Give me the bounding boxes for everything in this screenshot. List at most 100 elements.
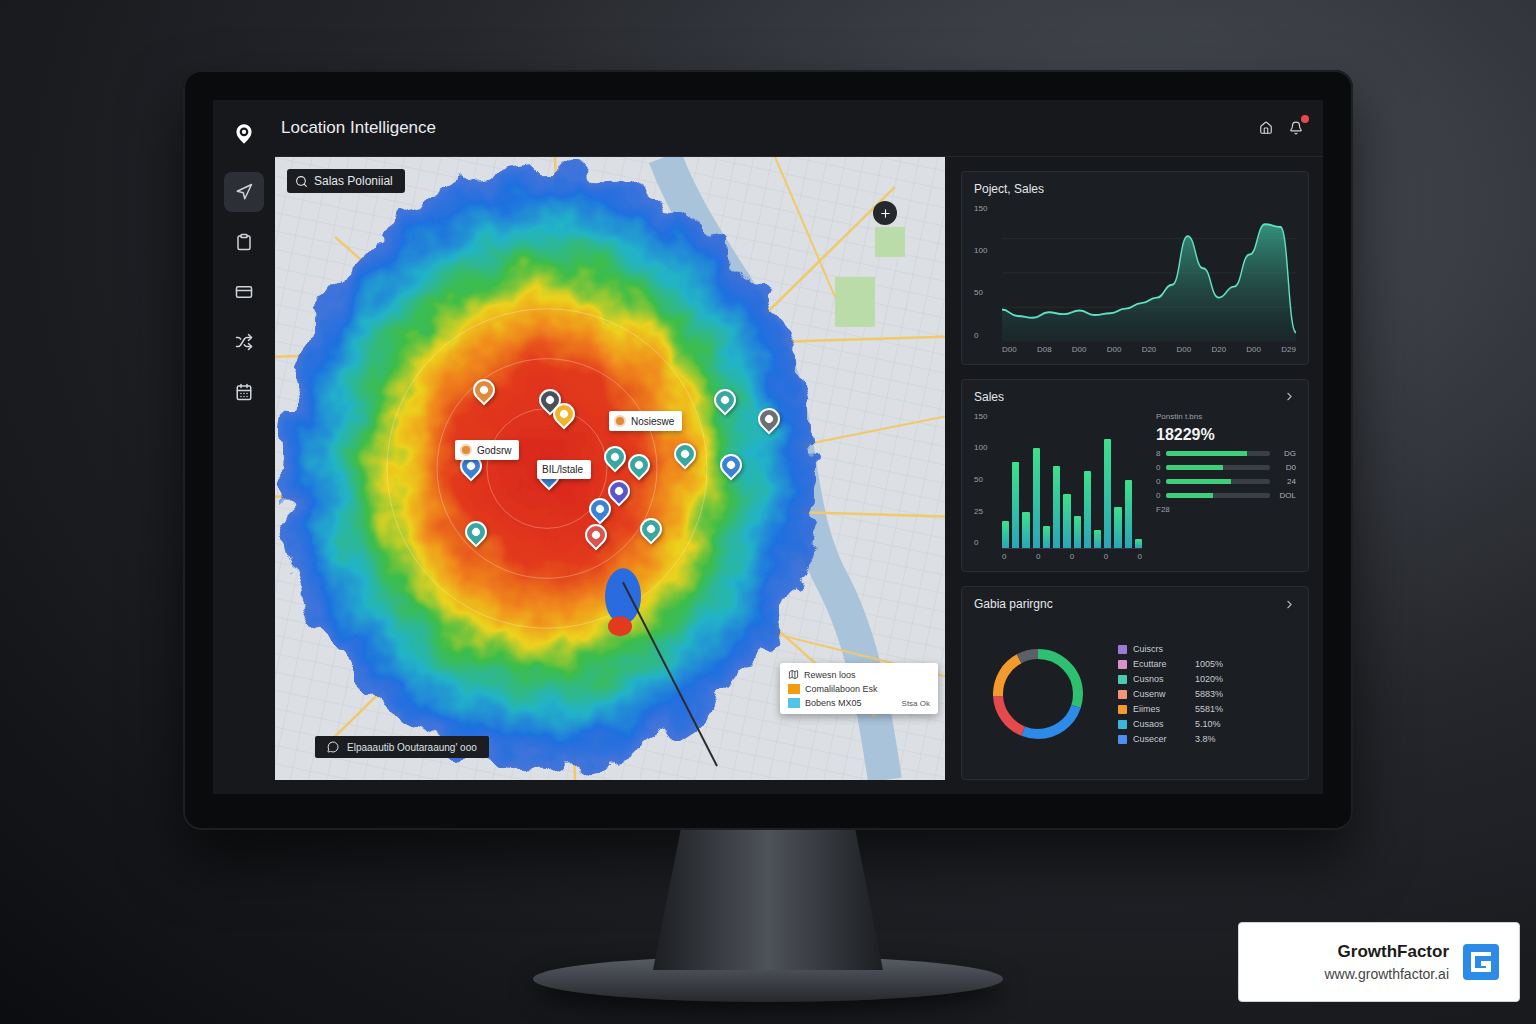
x-tick: D08: [1037, 345, 1052, 354]
app-logo[interactable]: [224, 114, 264, 154]
x-tick: D00: [1072, 345, 1087, 354]
pin-dot: [633, 459, 644, 470]
map-label[interactable]: Godsrw: [455, 440, 519, 460]
summary-value: 18229%: [1156, 426, 1296, 444]
sidebar-nav-icon: [235, 233, 253, 251]
legend-swatch: [1118, 675, 1127, 684]
donut-segment: [998, 654, 1078, 734]
bar: [1104, 439, 1111, 548]
header: Location Intelligence: [275, 100, 1323, 157]
donut-segment: [998, 654, 1078, 734]
panel-header: Poject, Sales: [974, 182, 1296, 196]
sidebar-item[interactable]: [224, 272, 264, 312]
legend-label: Comalilaboon Esk: [805, 684, 878, 694]
pin-dot: [470, 526, 481, 537]
pin-dot: [679, 448, 690, 459]
map-label[interactable]: BIL/lstale: [537, 460, 591, 479]
sales-panel: Sales1501005025000000Ponstin t.bns18229%…: [961, 379, 1309, 573]
level-row: 8DG: [1156, 449, 1296, 458]
level-track: [1166, 479, 1270, 484]
x-tick: D00: [1177, 345, 1192, 354]
map-label[interactable]: Nosieswe: [609, 411, 682, 431]
legend-swatch: [788, 698, 800, 708]
plot: 00000: [1002, 412, 1142, 562]
right-panels: Poject, Sales150100500D00D08D00D00D20D00…: [961, 157, 1309, 780]
level-reading: DOL: [1276, 491, 1296, 500]
sidebar-item[interactable]: [224, 322, 264, 362]
notifications-button[interactable]: [1287, 119, 1305, 137]
brand-url: www.growthfactor.ai: [1325, 966, 1450, 982]
search-value: Salas Poloniial: [314, 174, 393, 188]
main: Location Intelligence Salas Poloniial Gods…: [275, 100, 1323, 794]
area-fill: [1002, 224, 1296, 341]
legend-item: Cuiscrs: [1118, 644, 1296, 654]
sales-summary: Ponstin t.bns18229%8DG0D00240DOLF28: [1156, 412, 1296, 562]
place-icon: [460, 444, 472, 456]
bar: [1022, 512, 1029, 548]
level-fill: [1166, 479, 1230, 484]
pin-dot: [719, 394, 730, 405]
level-row: 0 DOL: [1156, 491, 1296, 500]
home-icon: [1259, 121, 1273, 135]
pin-dot: [590, 529, 601, 540]
donut-segment: [998, 654, 1078, 734]
bar: [1074, 516, 1081, 548]
x-tick: 0: [1138, 552, 1142, 561]
segments-body: CuiscrsEcuttare1005%Cusnos1020%Cusenw588…: [974, 619, 1296, 769]
map-search[interactable]: Salas Poloniial: [287, 169, 405, 193]
map-icon: [788, 669, 799, 680]
x-axis: 00000: [1002, 552, 1142, 561]
pin-dot: [478, 384, 489, 395]
home-button[interactable]: [1257, 119, 1275, 137]
x-tick: D20: [1211, 345, 1226, 354]
bar: [1002, 521, 1009, 548]
y-axis: 15010050250: [974, 412, 996, 562]
content: Salas Poloniial Godsrw Nosieswe BIL/lstale R…: [275, 157, 1323, 794]
legend-item: Ecuttare1005%: [1118, 659, 1296, 669]
map-caption: Elpaaautib Ooutaraaung' ooo: [315, 736, 489, 758]
sidebar-item[interactable]: [224, 172, 264, 212]
panel-title: Sales: [974, 390, 1004, 404]
segments-panel: Gabia parirgncCuiscrsEcuttare1005%Cusnos…: [961, 586, 1309, 780]
route-line: [623, 582, 717, 766]
sidebar-item[interactable]: [224, 222, 264, 262]
map-expand-button[interactable]: [873, 201, 897, 225]
legend-title: Rewesn loos: [788, 669, 930, 680]
legend-label: Cusaos: [1133, 719, 1189, 729]
legend-item: Cusenw5883%: [1118, 689, 1296, 699]
sidebar-item[interactable]: [224, 372, 264, 412]
legend-label: Eiimes: [1133, 704, 1189, 714]
plus-icon: [879, 207, 892, 220]
panel-title: Gabia parirgnc: [974, 597, 1053, 611]
screen: Location Intelligence Salas Poloniial Gods…: [213, 100, 1323, 794]
level-label: 0: [1156, 491, 1160, 500]
bar: [1125, 480, 1132, 548]
panel-header: Gabia parirgnc: [974, 597, 1296, 611]
level-track: [1166, 493, 1270, 498]
notification-badge: [1301, 115, 1309, 123]
level-fill: [1166, 451, 1247, 456]
app-title: Location Intelligence: [281, 118, 436, 138]
legend-note: Stsa Ok: [902, 699, 930, 708]
map-label-text: Nosieswe: [631, 416, 674, 427]
chevron-right-icon: [1283, 390, 1296, 403]
panel-header: Sales: [974, 390, 1296, 404]
legend-swatch: [1118, 660, 1127, 669]
open-button[interactable]: [1283, 598, 1296, 611]
map-label-text: BIL/lstale: [542, 464, 583, 475]
legend-value: 3.8%: [1195, 734, 1216, 744]
x-tick: 0: [1104, 552, 1108, 561]
map[interactable]: Salas Poloniial Godsrw Nosieswe BIL/lstale R…: [275, 157, 945, 780]
level-fill: [1166, 465, 1223, 470]
y-tick: 0: [974, 331, 996, 340]
legend-swatch: [788, 684, 800, 694]
level-reading: 24: [1276, 477, 1296, 486]
x-tick: 0: [1036, 552, 1040, 561]
x-tick: D00: [1002, 345, 1017, 354]
pin-dot: [609, 451, 620, 462]
open-button[interactable]: [1283, 390, 1296, 403]
y-axis: 150100500: [974, 204, 996, 354]
area-line: [1002, 224, 1296, 332]
header-icons: [1257, 119, 1305, 137]
level-fill: [1166, 493, 1213, 498]
